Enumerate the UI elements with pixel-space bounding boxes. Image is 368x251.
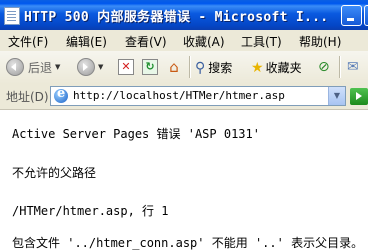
error-detail: 包含文件 '../htmer_conn.asp' 不能用 '..' 表示父目录。	[12, 236, 364, 250]
forward-button[interactable]: ▼	[77, 58, 103, 76]
address-dropdown-button[interactable]: ▼	[328, 87, 345, 105]
refresh-icon: ↻	[142, 59, 158, 75]
window-title: HTTP 500 内部服务器错误 - Microsoft I...	[24, 10, 329, 25]
menu-tools[interactable]: 工具(T)	[241, 33, 282, 50]
mail-icon: ✉	[347, 59, 359, 75]
home-icon: ⌂	[169, 58, 179, 76]
media-icon: ⊘	[318, 59, 330, 75]
chevron-down-icon: ▼	[98, 63, 104, 71]
search-button[interactable]: ⚲ 搜索	[195, 59, 232, 76]
back-label: 后退	[28, 60, 53, 75]
chevron-down-icon: ▼	[55, 63, 61, 71]
refresh-button[interactable]: ↻	[142, 59, 158, 75]
back-button[interactable]: 后退 ▼	[6, 58, 60, 76]
stop-icon: ✕	[118, 59, 134, 75]
toolbar: 后退 ▼ ▼ ✕ ↻ ⌂ ⚲ 搜索 ★ 收藏夹 ⊘ ✉	[0, 51, 368, 85]
address-url[interactable]: http://localhost/HTMer/htmer.asp	[73, 89, 285, 102]
toolbar-divider	[189, 56, 191, 78]
maximize-button[interactable]	[364, 5, 368, 26]
menu-edit[interactable]: 编辑(E)	[66, 33, 107, 50]
star-icon: ★	[251, 59, 264, 76]
toolbar-divider	[339, 56, 341, 78]
menu-view[interactable]: 查看(V)	[125, 33, 167, 50]
title-bar[interactable]: HTTP 500 内部服务器错误 - Microsoft I...	[0, 0, 368, 30]
minimize-button[interactable]	[341, 5, 362, 26]
menu-file[interactable]: 文件(F)	[8, 33, 48, 50]
address-label: 地址(D)	[6, 90, 49, 104]
error-message: 不允许的父路径	[12, 166, 97, 180]
search-label: 搜索	[208, 61, 233, 75]
ie-page-icon	[4, 7, 20, 25]
search-icon: ⚲	[195, 59, 206, 76]
forward-arrow-icon	[77, 58, 95, 76]
menu-favorites[interactable]: 收藏(A)	[183, 33, 225, 50]
stop-button[interactable]: ✕	[118, 59, 134, 75]
go-button[interactable]	[350, 88, 368, 105]
ie-page-icon	[54, 86, 68, 103]
back-arrow-icon	[6, 58, 24, 76]
address-input[interactable]: http://localhost/HTMer/htmer.asp ▼	[50, 86, 346, 106]
menu-help[interactable]: 帮助(H)	[299, 33, 341, 50]
mail-button[interactable]: ✉	[347, 59, 359, 75]
address-bar: 地址(D) http://localhost/HTMer/htmer.asp ▼	[0, 84, 368, 110]
home-button[interactable]: ⌂	[165, 59, 183, 75]
error-location: /HTMer/htmer.asp, 行 1	[12, 204, 169, 218]
favorites-label: 收藏夹	[265, 61, 302, 75]
menu-bar: 文件(F) 编辑(E) 查看(V) 收藏(A) 工具(T) 帮助(H)	[0, 30, 368, 52]
favorites-button[interactable]: ★ 收藏夹	[251, 59, 302, 76]
media-button[interactable]: ⊘	[318, 59, 330, 75]
page-content: Active Server Pages 错误 'ASP 0131' 不允许的父路…	[0, 110, 368, 251]
error-title: Active Server Pages 错误 'ASP 0131'	[12, 127, 260, 141]
